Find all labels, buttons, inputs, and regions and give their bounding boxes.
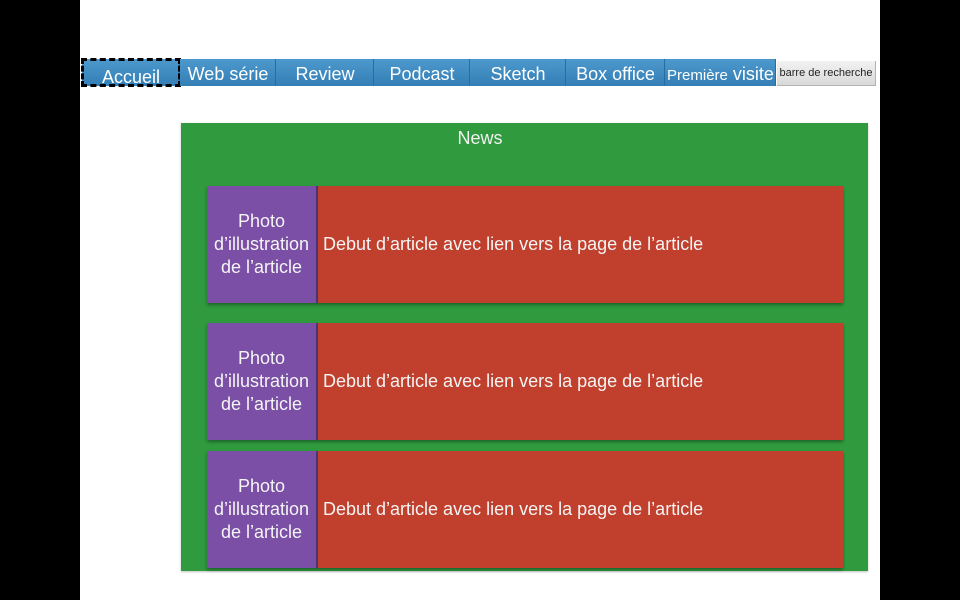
search-bar[interactable]: barre de recherche [777,61,876,86]
nav-item-web-serie[interactable]: Web série [180,59,276,86]
nav-item-label: Accueil [101,67,161,86]
nav-item-label-part: visite [732,64,774,84]
nav-item-label: Sketch [490,64,546,84]
article-card: Photo d’illustration de l’article Debut … [207,451,843,568]
article-teaser-link[interactable]: Debut d’article avec lien vers la page d… [318,323,843,440]
nav-item-label: Web série [187,64,269,84]
article-photo-placeholder: Photo d’illustration de l’article [207,451,318,568]
nav-item-sketch[interactable]: Sketch [470,59,566,86]
nav-item-podcast[interactable]: Podcast [374,59,470,86]
article-teaser-link[interactable]: Debut d’article avec lien vers la page d… [318,186,843,303]
article-photo-label: Photo d’illustration de l’article [213,348,310,414]
article-photo-label: Photo d’illustration de l’article [213,476,310,542]
article-photo-placeholder: Photo d’illustration de l’article [207,323,318,440]
nav-item-label-part: Première [667,67,728,84]
article-card: Photo d’illustration de l’article Debut … [207,323,843,440]
news-title: News [457,128,503,148]
nav-item-review[interactable]: Review [276,59,374,86]
nav-item-label: Review [295,64,355,84]
nav-item-premiere-visite[interactable]: Première visite [665,59,776,86]
article-photo-label: Photo d’illustration de l’article [213,211,310,277]
article-photo-placeholder: Photo d’illustration de l’article [207,186,318,303]
search-bar-label: barre de recherche [779,67,873,79]
article-card: Photo d’illustration de l’article Debut … [207,186,843,303]
nav-item-accueil[interactable]: Accueil [81,58,181,87]
nav-item-box-office[interactable]: Box office [566,59,665,86]
article-teaser-link[interactable]: Debut d’article avec lien vers la page d… [318,451,843,568]
nav-item-label: Podcast [389,64,455,84]
nav-item-label: Box office [576,64,655,84]
